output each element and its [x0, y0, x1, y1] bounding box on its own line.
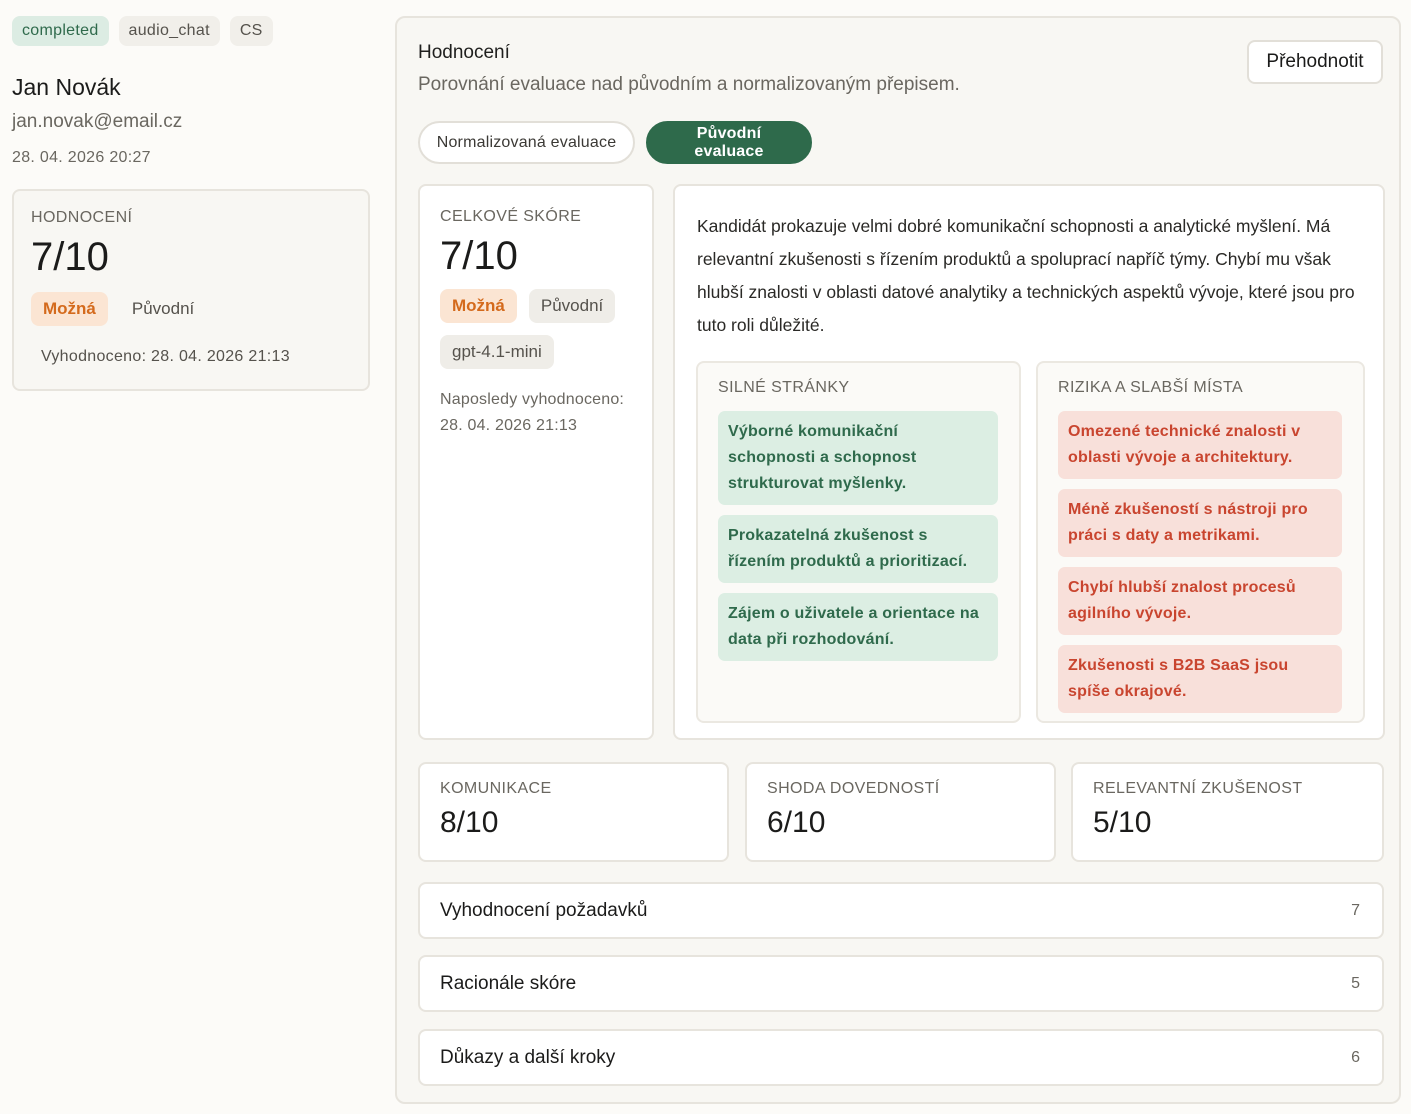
evaluated-timestamp: Vyhodnoceno: 28. 04. 2026 21:13 — [41, 348, 290, 365]
model-badge: gpt-4.1-mini — [440, 335, 554, 369]
status-badge: completed — [12, 16, 109, 46]
section-evidence-next-steps[interactable]: Důkazy a další kroky 6 — [418, 1029, 1384, 1086]
strengths-label: SILNÉ STRÁNKY — [718, 379, 850, 396]
verdict-badge: Možná — [31, 292, 108, 326]
section-label: Racionále skóre — [440, 972, 577, 994]
panel-title: Hodnocení — [418, 42, 510, 63]
strength-item: Zájem o uživatele a orientace na data př… — [718, 593, 998, 661]
tag-list: completed audio_chat CS — [12, 16, 370, 46]
side-score-card: HODNOCENÍ 7/10 Možná Původní Vyhodnoceno… — [12, 189, 370, 391]
candidate-name: Jan Novák — [12, 74, 121, 100]
candidate-sidebar: completed audio_chat CS Jan Novák jan.no… — [12, 16, 370, 391]
source-badge: Původní — [131, 299, 195, 318]
metric-value: 6/10 — [767, 806, 826, 839]
panel-subtitle: Porovnání evaluace nad původním a normal… — [418, 74, 960, 95]
created-timestamp: 28. 04. 2026 20:27 — [12, 149, 151, 166]
section-requirements[interactable]: Vyhodnocení požadavků 7 — [418, 882, 1384, 939]
side-score-value: 7/10 — [31, 235, 109, 279]
source-badge: Původní — [528, 289, 616, 323]
metric-value: 5/10 — [1093, 806, 1152, 839]
tab-normalized-evaluation[interactable]: Normalizovaná evaluace — [418, 121, 635, 164]
risks-section: RIZIKA A SLABŠÍ MÍSTA Omezené technické … — [1036, 361, 1365, 723]
section-count: 7 — [1351, 901, 1360, 919]
candidate-email: jan.novak@email.cz — [12, 111, 183, 132]
tab-original-evaluation[interactable]: Původní evaluace — [646, 121, 812, 164]
section-score-rationale[interactable]: Racionále skóre 5 — [418, 955, 1384, 1012]
metric-label: RELEVANTNÍ ZKUŠENOST — [1093, 780, 1303, 797]
total-score-card: CELKOVÉ SKÓRE 7/10 Možná Původní gpt-4.1… — [418, 184, 654, 740]
strengths-section: SILNÉ STRÁNKY Výborné komunikační schopn… — [696, 361, 1021, 723]
total-score-label: CELKOVÉ SKÓRE — [440, 208, 582, 225]
summary-text: Kandidát prokazuje velmi dobré komunikač… — [697, 216, 1355, 335]
channel-badge: audio_chat — [118, 16, 220, 46]
section-count: 6 — [1351, 1048, 1360, 1066]
last-evaluated: Naposledy vyhodnoceno: 28. 04. 2026 21:1… — [440, 387, 632, 439]
reevaluate-button[interactable]: Přehodnotit — [1247, 40, 1383, 84]
side-score-label: HODNOCENÍ — [31, 209, 133, 226]
risk-item: Zkušenosti s B2B SaaS jsou spíše okrajov… — [1058, 645, 1342, 713]
risks-label: RIZIKA A SLABŠÍ MÍSTA — [1058, 379, 1244, 396]
metric-label: SHODA DOVEDNOSTÍ — [767, 780, 940, 797]
metric-label: KOMUNIKACE — [440, 780, 552, 797]
risk-item: Méně zkušeností s nástroji pro práci s d… — [1058, 489, 1342, 557]
risk-item: Omezené technické znalosti v oblasti výv… — [1058, 411, 1342, 479]
language-badge: CS — [229, 16, 273, 46]
metric-communication: KOMUNIKACE 8/10 — [418, 762, 729, 862]
metric-value: 8/10 — [440, 806, 499, 839]
last-evaluated-date: 28. 04. 2026 21:13 — [440, 417, 578, 434]
metric-skill-match: SHODA DOVEDNOSTÍ 6/10 — [745, 762, 1056, 862]
section-label: Vyhodnocení požadavků — [440, 899, 648, 921]
risk-item: Chybí hlubší znalost procesů agilního vý… — [1058, 567, 1342, 635]
verdict-badge: Možná — [440, 289, 517, 323]
last-evaluated-label: Naposledy vyhodnoceno: — [440, 391, 625, 408]
evaluation-panel: Hodnocení Porovnání evaluace nad původní… — [395, 16, 1401, 1104]
section-label: Důkazy a další kroky — [440, 1046, 616, 1068]
metric-relevant-experience: RELEVANTNÍ ZKUŠENOST 5/10 — [1071, 762, 1384, 862]
strength-item: Prokazatelná zkušenost s řízením produkt… — [718, 515, 998, 583]
strength-item: Výborné komunikační schopnosti a schopno… — [718, 411, 998, 505]
total-score-value: 7/10 — [440, 234, 518, 278]
summary-card: Kandidát prokazuje velmi dobré komunikač… — [673, 184, 1385, 740]
section-count: 5 — [1351, 974, 1360, 992]
